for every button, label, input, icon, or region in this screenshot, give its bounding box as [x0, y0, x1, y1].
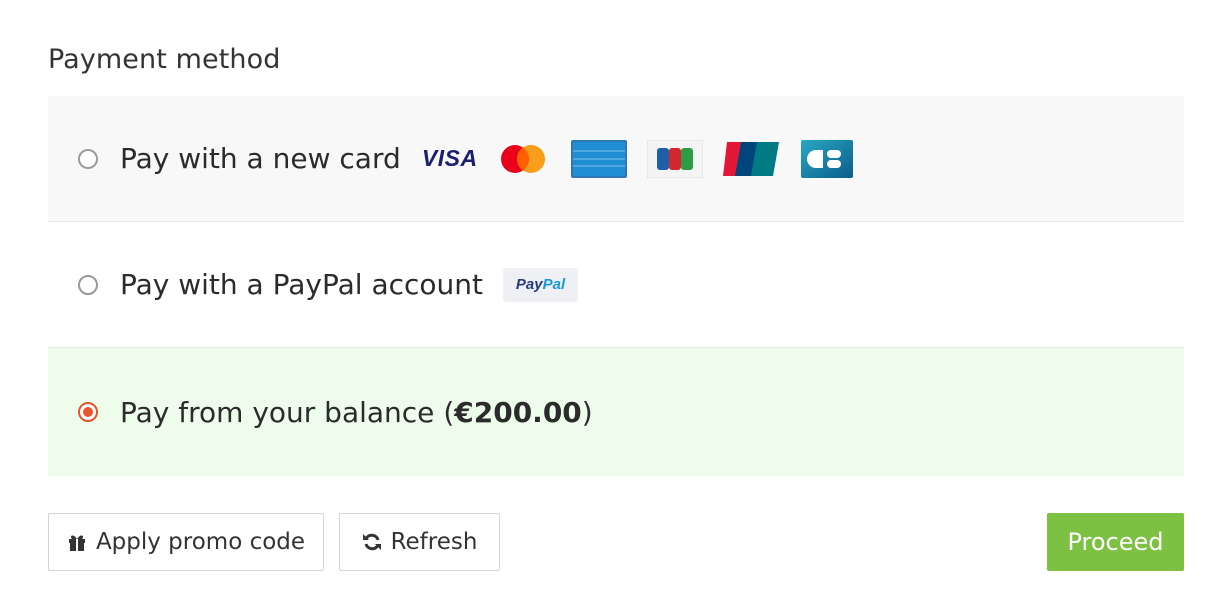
- option-label-balance: Pay from your balance (€200.00): [120, 396, 593, 429]
- option-new-card[interactable]: Pay with a new card VISA: [48, 96, 1184, 222]
- proceed-button[interactable]: Proceed: [1047, 513, 1184, 571]
- unionpay-icon: [722, 140, 779, 178]
- apply-promo-code-label: Apply promo code: [95, 529, 306, 555]
- radio-balance[interactable]: [78, 402, 98, 422]
- paypal-logo-pay: Pay: [515, 276, 543, 293]
- card-logos: VISA: [421, 139, 853, 178]
- balance-amount: €200.00: [454, 395, 582, 429]
- option-paypal[interactable]: Pay with a PayPal account Pay Pal: [48, 222, 1184, 348]
- mastercard-icon: [497, 142, 549, 176]
- radio-new-card[interactable]: [78, 148, 98, 169]
- balance-label-prefix: Pay from your balance (: [120, 395, 455, 429]
- balance-label-suffix: ): [581, 395, 593, 429]
- refresh-label: Refresh: [390, 529, 478, 555]
- refresh-icon: [362, 532, 382, 552]
- paypal-icon: Pay Pal: [503, 267, 578, 302]
- apply-promo-code-button[interactable]: Apply promo code: [48, 513, 324, 571]
- gift-icon: [67, 532, 87, 552]
- action-bar: Apply promo code Refresh Proceed: [48, 513, 1184, 571]
- cb-icon: [800, 139, 853, 178]
- american-express-icon: [570, 139, 627, 178]
- radio-paypal[interactable]: [78, 274, 98, 295]
- refresh-button[interactable]: Refresh: [339, 513, 500, 571]
- page-title: Payment method: [48, 44, 281, 75]
- jcb-icon: [646, 139, 703, 178]
- visa-icon: VISA: [421, 145, 478, 171]
- option-label-new-card: Pay with a new card: [120, 142, 401, 175]
- option-balance[interactable]: Pay from your balance (€200.00): [48, 348, 1184, 476]
- paypal-logo-pal: Pal: [542, 276, 566, 293]
- payment-options: Pay with a new card VISA Pay with a PayP…: [48, 96, 1184, 476]
- option-label-paypal: Pay with a PayPal account: [120, 268, 483, 301]
